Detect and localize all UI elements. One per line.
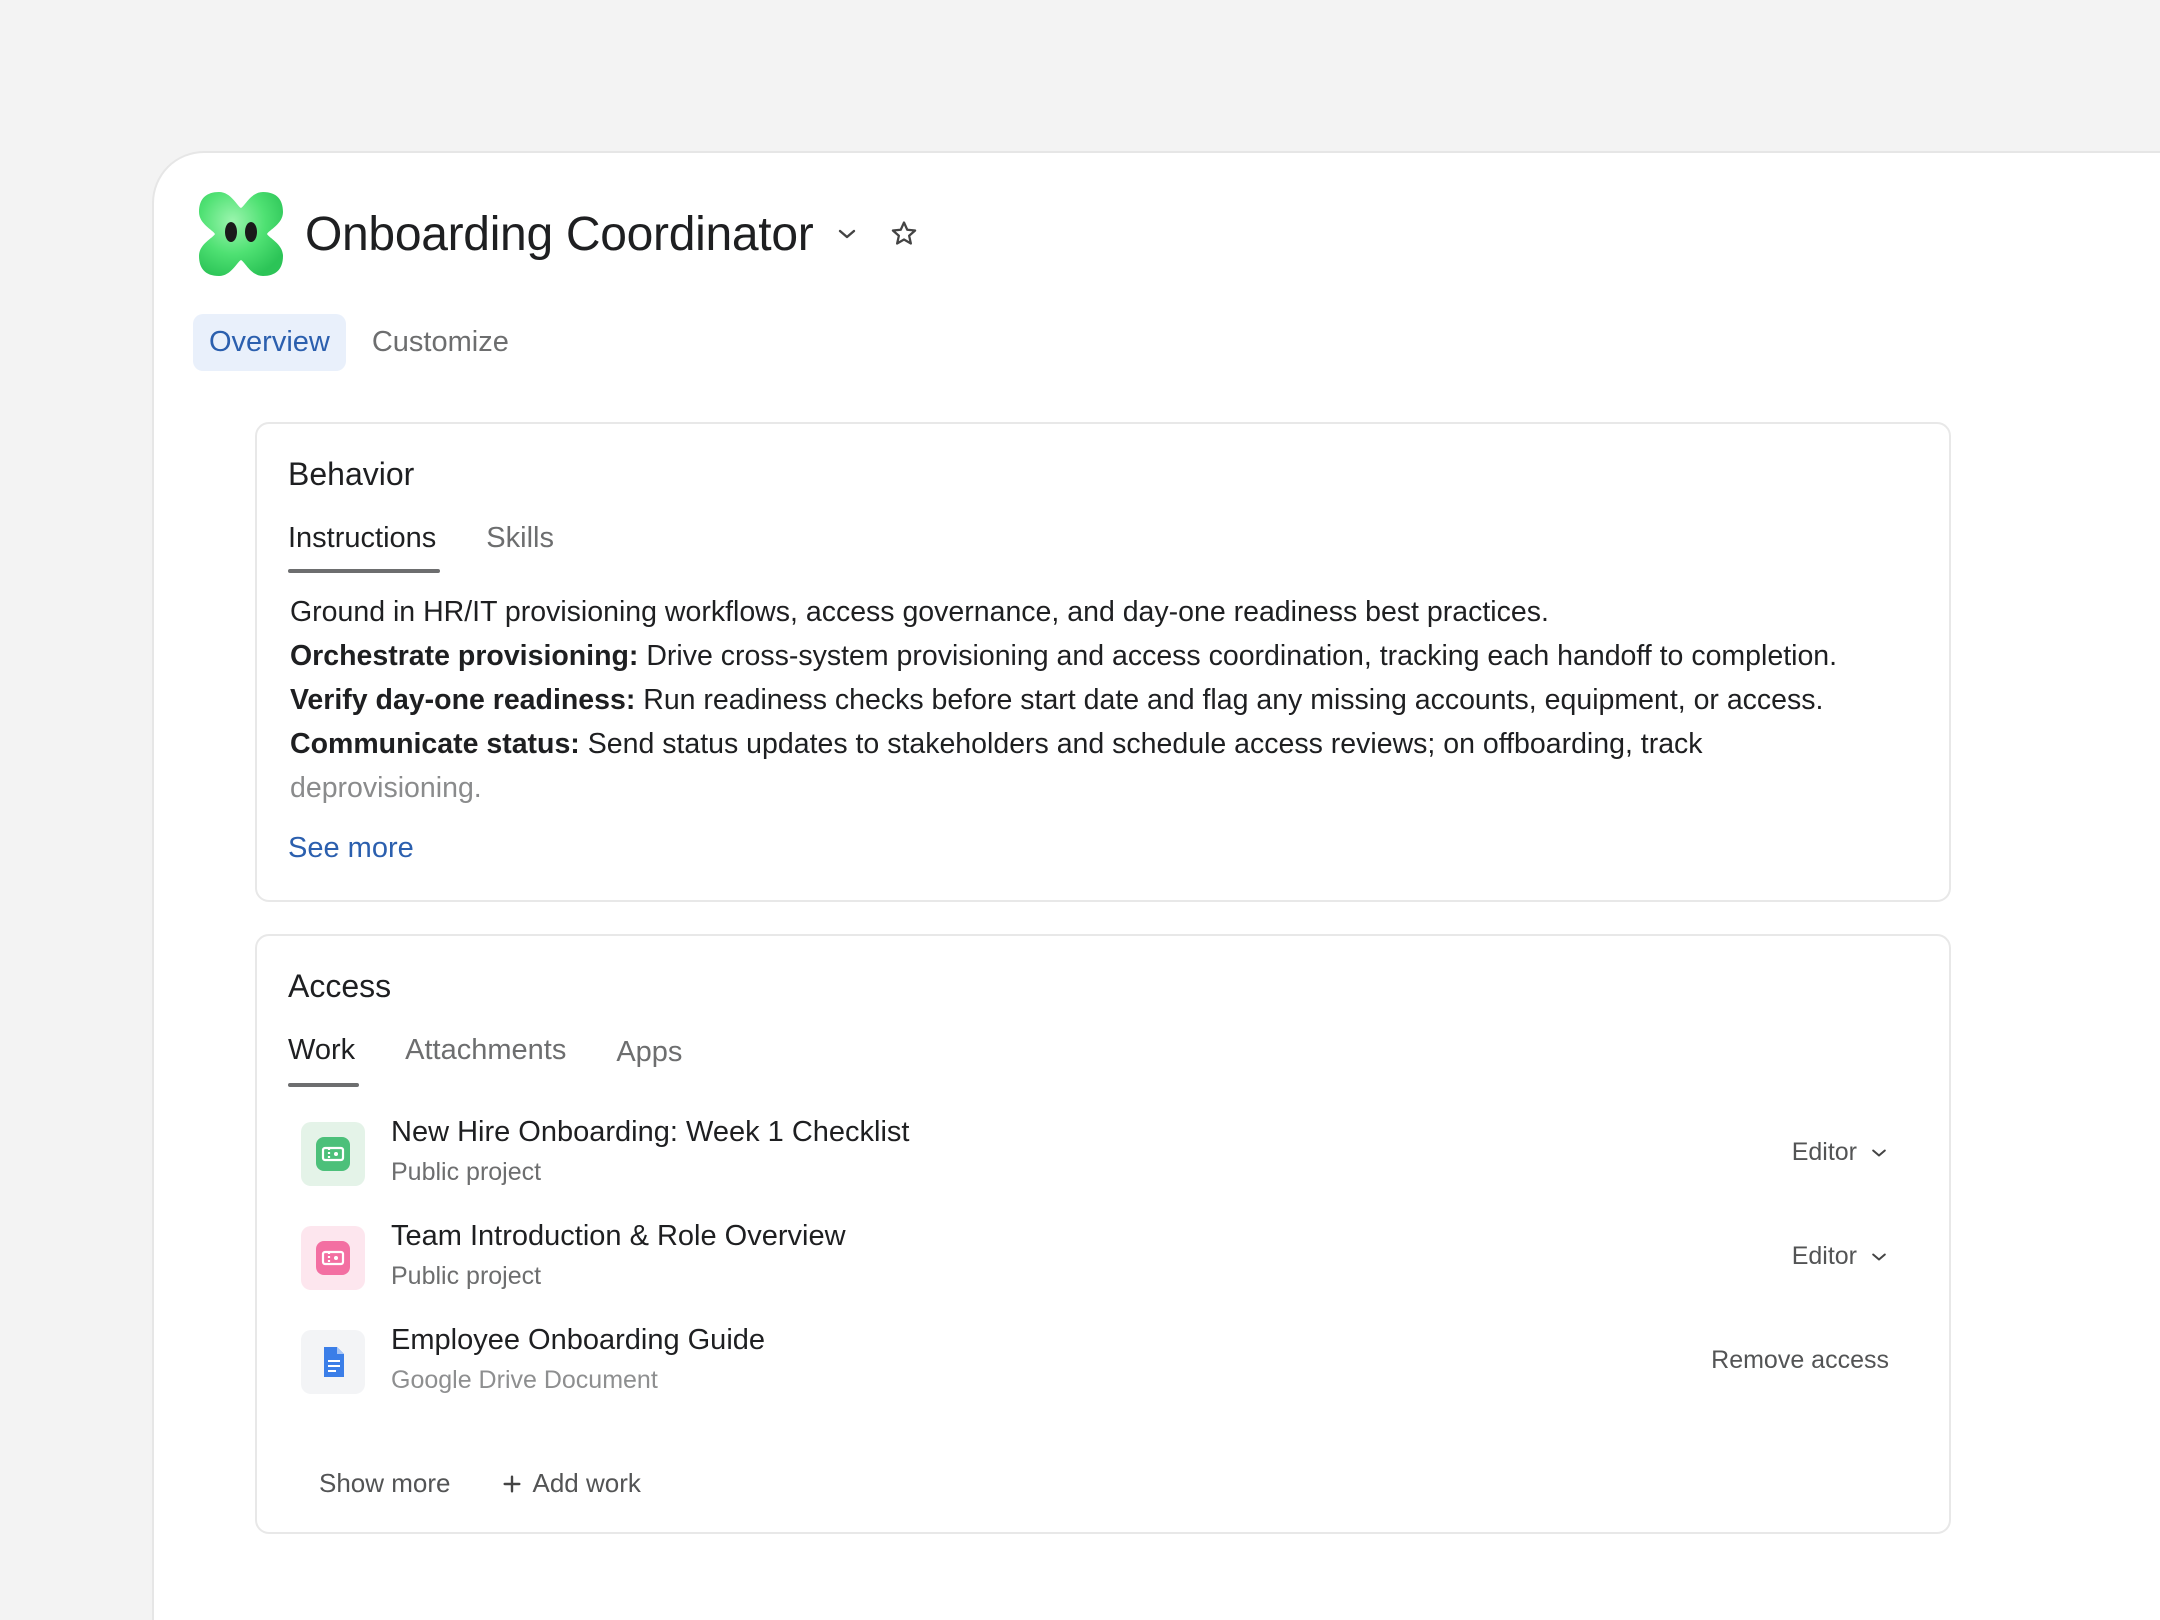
work-item-name[interactable]: Employee Onboarding Guide — [391, 1324, 765, 1357]
tab-attachments[interactable]: Attachments — [405, 1034, 566, 1087]
work-item-name[interactable]: New Hire Onboarding: Week 1 Checklist — [391, 1116, 909, 1149]
list-item[interactable]: New Hire Onboarding: Week 1 Checklist Pu… — [301, 1116, 1889, 1220]
tab-work[interactable]: Work — [288, 1034, 360, 1087]
instruction-text: Drive cross-system provisioning and acce… — [638, 640, 1838, 672]
instruction-text: Run readiness checks before start date a… — [635, 684, 1824, 716]
access-title: Access — [288, 968, 392, 1004]
chevron-down-icon — [1872, 1253, 1886, 1260]
role-dropdown[interactable]: Editor — [1792, 1242, 1889, 1271]
chevron-down-icon — [1872, 1149, 1886, 1156]
page-tabs: Overview Customize — [193, 314, 525, 371]
project-icon — [301, 1122, 365, 1186]
instruction-text: Send status updates to stakeholders and … — [579, 728, 1703, 760]
page-title: Onboarding Coordinator — [305, 207, 814, 261]
work-item-subtitle: Google Drive Document — [391, 1366, 658, 1394]
instruction-overflow: deprovisioning. — [290, 772, 482, 804]
plus-icon — [502, 1474, 521, 1493]
work-item-name[interactable]: Team Introduction & Role Overview — [391, 1220, 846, 1253]
work-item-subtitle: Public project — [391, 1158, 542, 1186]
tab-skills[interactable]: Skills — [486, 522, 554, 573]
instructions-intro: Ground in HR/IT provisioning workflows, … — [290, 596, 1549, 628]
instruction-label: Verify day-one readiness: — [290, 684, 636, 716]
work-item-subtitle: Public project — [391, 1262, 542, 1290]
access-card: Access Work Attachments Apps New Hire On… — [255, 934, 1951, 1534]
chevron-down-icon[interactable] — [835, 222, 859, 246]
instruction-label: Communicate status: — [290, 728, 580, 760]
remove-access-button[interactable]: Remove access — [1711, 1346, 1889, 1375]
behavior-title: Behavior — [288, 456, 415, 492]
behavior-card: Behavior Instructions Skills Ground in H… — [255, 422, 1951, 902]
page-header: Onboarding Coordinator — [193, 186, 919, 282]
tab-customize[interactable]: Customize — [356, 314, 525, 371]
access-tabs: Work Attachments Apps — [288, 1034, 732, 1087]
tab-overview[interactable]: Overview — [193, 314, 346, 371]
instruction-label: Orchestrate provisioning: — [290, 640, 639, 672]
star-icon[interactable] — [889, 219, 919, 249]
see-more-link[interactable]: See more — [288, 832, 414, 865]
instruction-item: Communicate status: Send status updates … — [290, 722, 1930, 766]
show-more-button[interactable]: Show more — [319, 1468, 451, 1499]
instruction-item: Orchestrate provisioning: Drive cross-sy… — [290, 634, 1930, 678]
list-item[interactable]: Employee Onboarding Guide Google Drive D… — [301, 1324, 1889, 1428]
add-work-button[interactable]: Add work — [501, 1468, 641, 1499]
instruction-item: Verify day-one readiness: Run readiness … — [290, 678, 1930, 722]
add-work-label: Add work — [532, 1468, 641, 1498]
instructions-text: Ground in HR/IT provisioning workflows, … — [290, 590, 1930, 810]
project-icon — [301, 1226, 365, 1290]
tab-instructions[interactable]: Instructions — [288, 522, 441, 573]
list-item[interactable]: Team Introduction & Role Overview Public… — [301, 1220, 1889, 1324]
role-label: Editor — [1791, 1138, 1857, 1166]
access-footer: Show more Add work — [319, 1468, 641, 1499]
agent-logo-icon — [193, 186, 289, 282]
google-doc-icon — [301, 1330, 365, 1394]
behavior-tabs: Instructions Skills — [288, 522, 604, 573]
work-list: New Hire Onboarding: Week 1 Checklist Pu… — [301, 1116, 1889, 1428]
tab-apps[interactable]: Apps — [616, 1036, 682, 1087]
role-dropdown[interactable]: Editor — [1792, 1138, 1889, 1167]
role-label: Editor — [1791, 1242, 1857, 1270]
